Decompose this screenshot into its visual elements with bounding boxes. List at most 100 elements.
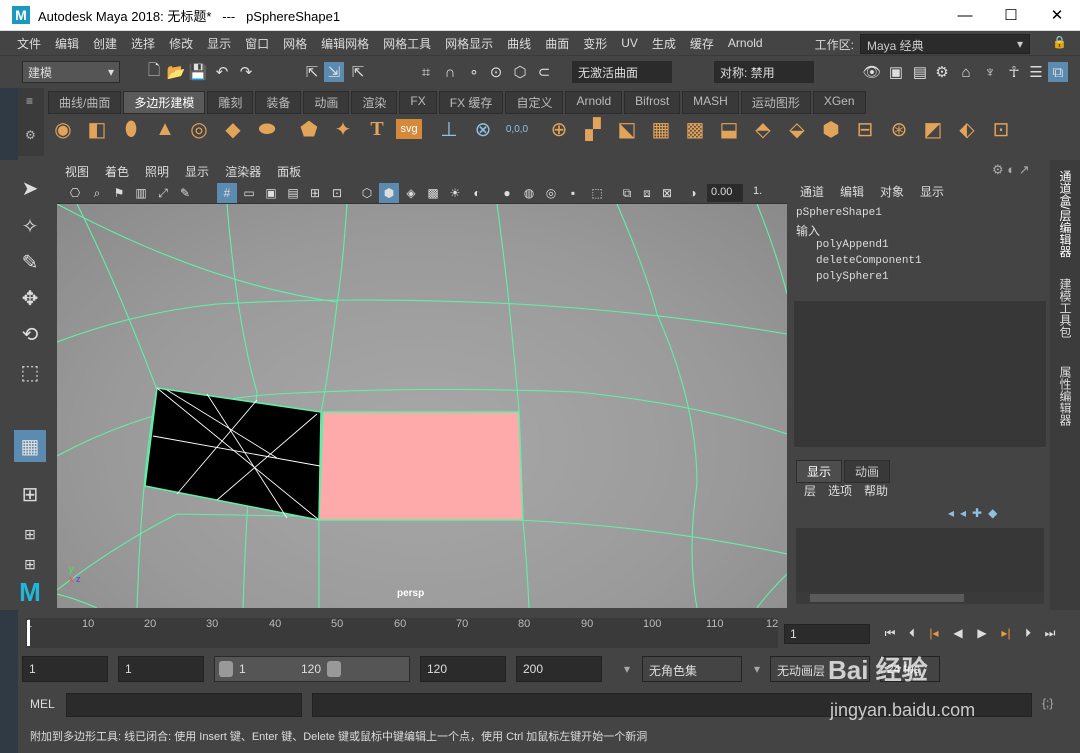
separate-icon[interactable]: ▞ [578,114,608,144]
depth-of-field-icon[interactable]: ▪ [563,183,583,203]
layer-tab-anim[interactable]: 动画 [844,460,891,483]
menu-mesh-display[interactable]: 网格显示 [438,35,500,52]
shelf-tab-xgen[interactable]: XGen [812,91,866,114]
menu-mesh-tools[interactable]: 网格工具 [376,35,438,52]
shelf-tab-bifrost[interactable]: Bifrost [624,91,681,114]
menu-display[interactable]: 显示 [200,35,238,52]
go-to-start-icon[interactable]: ⏮ [880,624,900,642]
chevron-down-icon[interactable]: ▾ [624,662,630,676]
cb-input-item[interactable]: deleteComponent1 [816,255,922,267]
poly-cylinder-icon[interactable]: ⬮ [116,114,146,144]
single-view-icon[interactable]: ▦ [14,430,46,462]
menu-create[interactable]: 创建 [86,35,124,52]
play-backward-icon[interactable]: ◀ [948,624,968,642]
script-editor-icon[interactable]: {;} [1042,696,1053,710]
shelf-tab-sculpt[interactable]: 雕刻 [207,91,254,114]
play-forward-icon[interactable]: ▶ [972,624,992,642]
use-lights-icon[interactable]: ☀ [445,183,465,203]
grid-icon[interactable]: # [217,183,237,203]
select-object-icon[interactable]: ⇲ [324,62,344,82]
save-scene-icon[interactable]: 💾 [188,62,208,82]
snap-curve-icon[interactable]: ∩ [440,62,460,82]
ipr-render-icon[interactable]: ▤ [910,62,930,82]
wireframe-icon[interactable]: ⬡ [357,183,377,203]
shelf-tab-animation[interactable]: 动画 [303,91,350,114]
textured-icon[interactable]: ▩ [423,183,443,203]
lasso-tool-icon[interactable]: ✧ [14,210,46,242]
render-settings-icon[interactable]: 👁 [862,62,882,82]
bevel-icon[interactable]: ⬢ [816,114,846,144]
multicut-icon[interactable]: ⊟ [850,114,880,144]
gate-mask-icon[interactable]: ▤ [283,183,303,203]
camera-select-icon[interactable]: ⎔ [65,183,85,203]
menu-window[interactable]: 窗口 [238,35,276,52]
xray-icon[interactable]: ⧉ [617,183,637,203]
sweep-mesh-icon[interactable]: ✦ [328,114,358,144]
poly-torus-icon[interactable]: ◎ [184,114,214,144]
edge-loop-icon[interactable]: ⬖ [952,114,982,144]
workspace-dropdown[interactable]: Maya 经典 ▾ [860,34,1030,54]
pivot-tool-icon[interactable]: ⊥ [434,114,464,144]
extract-icon[interactable]: ⬕ [612,114,642,144]
menu-edit-mesh[interactable]: 编辑网格 [314,35,376,52]
minimize-button[interactable]: — [942,0,988,30]
live-surface-field[interactable]: 无激活曲面 [572,61,672,83]
quad-draw-icon[interactable]: ◩ [918,114,948,144]
cb-menu-edit[interactable]: 编辑 [840,183,864,200]
panel-menu-view[interactable]: 视图 [57,163,97,180]
layer-menu-layers[interactable]: 层 [804,482,816,499]
cb-menu-show[interactable]: 显示 [920,183,944,200]
shelf-menu-icon[interactable]: ≡ [26,94,33,108]
render-view-icon[interactable]: ▣ [886,62,906,82]
playback-end-field[interactable]: 120 [420,656,506,682]
cb-input-item[interactable]: polySphere1 [816,271,889,283]
time-slider[interactable]: 1 10 20 30 40 50 60 70 80 90 100 110 12 [18,614,778,650]
cb-menu-object[interactable]: 对象 [880,183,904,200]
platonic-solid-icon[interactable]: ⬟ [294,114,324,144]
lock-icon[interactable]: 🔒 [1052,35,1068,51]
type-tool-icon[interactable]: T [362,114,392,144]
mirror-icon[interactable]: ⬓ [714,114,744,144]
undo-icon[interactable]: ↶ [212,62,232,82]
menu-modify[interactable]: 修改 [162,35,200,52]
shelf-tab-fx[interactable]: FX [399,91,437,114]
xray-joints-icon[interactable]: ⧈ [637,183,657,203]
menu-set-dropdown[interactable]: 建模 ▾ [22,61,120,83]
layer-tab-display[interactable]: 显示 [796,460,843,483]
gamma-field[interactable]: 1. [753,185,762,197]
symmetry-dropdown[interactable]: 对称: 禁用 [714,61,814,83]
extrude-icon[interactable]: ⬘ [748,114,778,144]
scene-start-field[interactable]: 1 [22,656,108,682]
step-forward-key-icon[interactable]: ⏵ [1018,624,1038,642]
scale-tool-icon[interactable]: ⬚ [14,356,46,388]
render-globals-icon[interactable]: ⚙ [932,62,952,82]
panel-menu-panels[interactable]: 面板 [269,163,309,180]
layer-scrollbar[interactable] [796,592,1044,604]
select-component-icon[interactable]: ⇱ [348,62,368,82]
film-gate-icon[interactable]: ▭ [239,183,259,203]
safe-action-icon[interactable]: ⊡ [327,183,347,203]
poly-cube-icon[interactable]: ◧ [82,114,112,144]
chevron-down-icon[interactable]: ▾ [754,662,760,676]
playback-start-field[interactable]: 1 [118,656,204,682]
channel-box-icon[interactable]: ⧉ [1048,62,1068,82]
wireframe-on-shaded-icon[interactable]: ◈ [401,183,421,203]
human-ik-icon[interactable]: ☥ [1004,62,1024,82]
isolate-select-icon[interactable]: ⬚ [587,183,607,203]
shelf-tab-rigging[interactable]: 装备 [255,91,302,114]
shelf-tab-arnold[interactable]: Arnold [565,91,623,114]
poly-disc-icon[interactable]: ⬬ [252,114,282,144]
cb-input-item[interactable]: polyAppend1 [816,239,889,251]
menu-cache[interactable]: 缓存 [683,35,721,52]
select-hierarchy-icon[interactable]: ⇱ [302,62,322,82]
shelf-tab-poly[interactable]: 多边形建模 [123,91,206,114]
modeling-toolkit-icon[interactable]: ♆ [980,62,1000,82]
four-view-icon[interactable]: ⊞ [14,478,46,510]
rotate-tool-icon[interactable]: ⟲ [14,318,46,350]
camera-attr-icon[interactable]: ⌕ [87,183,107,203]
vtab-modeling-toolkit[interactable]: 建模工具包 [1054,278,1074,338]
redo-icon[interactable]: ↷ [236,62,256,82]
shelf-tab-motion-graphics[interactable]: 运动图形 [740,91,811,114]
poly-cone-icon[interactable]: ▲ [150,114,180,144]
close-button[interactable]: ✕ [1034,0,1080,30]
